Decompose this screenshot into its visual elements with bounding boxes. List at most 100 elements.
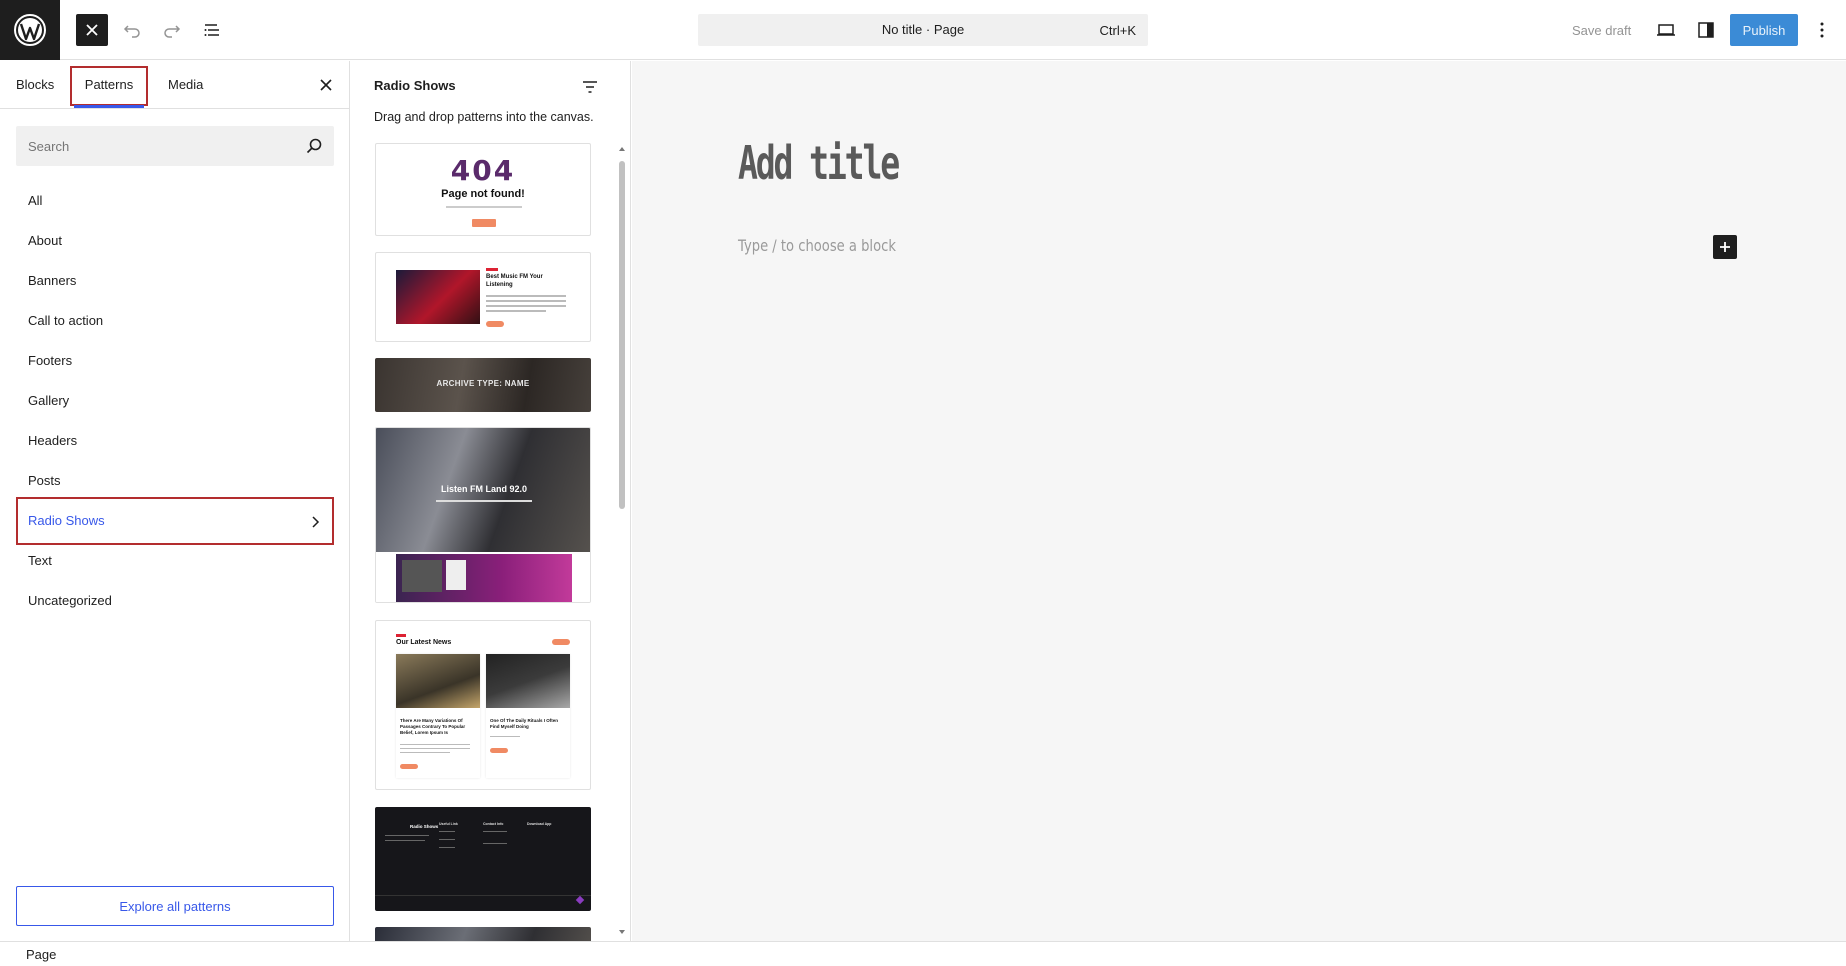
preview-card-heading: One Of The Daily Rituals I Often Find My… [490, 718, 559, 729]
editor-app: No title · Page Ctrl+K Save draft Publis… [0, 0, 1846, 966]
category-gallery[interactable]: Gallery [16, 381, 334, 421]
preview-text-line [446, 206, 522, 208]
preview-footer-brand: Radio Shows [410, 824, 439, 829]
breadcrumb[interactable]: Page [26, 947, 56, 962]
preview-news-card: One Of The Daily Rituals I Often Find My… [486, 654, 570, 778]
pattern-category-list: All About Banners Call to action Footers… [16, 181, 334, 621]
preview-image [402, 560, 442, 592]
preview-text-line [436, 500, 532, 502]
settings-button[interactable] [1690, 14, 1722, 46]
preview-card-heading: There Are Many Variations Of Passages Co… [400, 718, 466, 735]
patterns-scrollbar-thumb[interactable] [619, 161, 625, 509]
explore-all-patterns-button[interactable]: Explore all patterns [16, 886, 334, 926]
tab-blocks[interactable]: Blocks [16, 61, 54, 109]
chevron-right-icon [312, 516, 320, 528]
preview-404-message: Page not found! [441, 188, 525, 200]
category-radio-shows[interactable]: Radio Shows [16, 497, 334, 545]
tab-patterns[interactable]: Patterns [70, 66, 148, 108]
publish-button[interactable]: Publish [1730, 14, 1798, 46]
category-footers[interactable]: Footers [16, 341, 334, 381]
preview-image [396, 270, 480, 324]
post-title-field[interactable]: Add title [738, 136, 900, 190]
add-block-button[interactable] [1713, 235, 1737, 259]
preview-archive-title: ARCHIVE TYPE: NAME [436, 379, 530, 388]
document-overview-icon [204, 24, 219, 36]
redo-icon [164, 25, 181, 38]
close-inserter-button[interactable] [76, 14, 108, 46]
preview-footer-column: Contact Info [483, 822, 504, 826]
preview-text-line [483, 831, 507, 832]
save-draft-button[interactable]: Save draft [1560, 14, 1643, 46]
close-panel-button[interactable] [316, 75, 336, 95]
search-icon [306, 138, 322, 154]
redo-button[interactable] [156, 14, 188, 46]
pattern-preview-archive-header[interactable]: ARCHIVE TYPE: NAME [375, 358, 591, 412]
pattern-preview-footer[interactable]: Radio Shows Useful Link Contact Info Dow… [375, 807, 591, 911]
pattern-preview-about-music[interactable]: Best Music FM Your Listening [375, 252, 591, 342]
filter-button[interactable] [580, 77, 600, 97]
preview-audio-player [396, 554, 572, 602]
scroll-down-arrow-icon[interactable] [617, 927, 627, 937]
close-icon [320, 79, 332, 91]
preview-404-number: 404 [450, 154, 516, 187]
preview-text-line [400, 752, 450, 754]
preview-hero-player-area [376, 552, 590, 602]
view-icon [1657, 24, 1675, 36]
patterns-panel-description: Drag and drop patterns into the canvas. [374, 110, 594, 124]
close-icon [86, 24, 98, 36]
category-headers[interactable]: Headers [16, 421, 334, 461]
category-banners[interactable]: Banners [16, 261, 334, 301]
category-call-to-action[interactable]: Call to action [16, 301, 334, 341]
undo-button[interactable] [116, 14, 148, 46]
category-all[interactable]: All [16, 181, 334, 221]
category-about[interactable]: About [16, 221, 334, 261]
preview-tag [396, 634, 406, 637]
category-uncategorized[interactable]: Uncategorized [16, 581, 334, 621]
tab-media[interactable]: Media [168, 61, 203, 109]
preview-footer-column: Useful Link [439, 822, 458, 826]
preview-text-line [400, 748, 470, 750]
block-appender-placeholder[interactable]: Type / to choose a block [738, 236, 896, 255]
pattern-preview-latest-news[interactable]: Our Latest News There Are Many Variation… [375, 620, 591, 790]
preview-image [396, 654, 480, 708]
pattern-preview-partial[interactable] [375, 927, 591, 941]
undo-icon [123, 25, 140, 38]
view-button[interactable] [1650, 14, 1682, 46]
pattern-preview-hero[interactable]: Listen FM Land 92.0 [375, 427, 591, 603]
preview-button [490, 748, 508, 753]
preview-text-line [486, 300, 566, 302]
preview-text-line [439, 831, 455, 832]
preview-text-line [439, 847, 455, 848]
editor-footer: Page [0, 941, 1846, 966]
options-button[interactable] [1806, 14, 1838, 46]
preview-text-line [490, 736, 520, 738]
document-overview-button[interactable] [196, 14, 228, 46]
category-posts[interactable]: Posts [16, 461, 334, 501]
preview-text-line [439, 839, 455, 840]
settings-icon [1698, 22, 1714, 38]
preview-news-title: Our Latest News [396, 639, 452, 646]
preview-image [446, 560, 466, 590]
category-text[interactable]: Text [16, 541, 334, 581]
preview-text-line [400, 744, 470, 746]
category-patterns-panel: Radio Shows Drag and drop patterns into … [351, 61, 631, 941]
pattern-preview-404[interactable]: 404 Page not found! [375, 143, 591, 236]
preview-news-card: There Are Many Variations Of Passages Co… [396, 654, 480, 778]
wordpress-logo-icon[interactable] [0, 0, 60, 60]
preview-text-line [486, 310, 546, 312]
editor-header: No title · Page Ctrl+K Save draft Publis… [0, 0, 1846, 60]
options-icon [1820, 22, 1824, 38]
preview-button [472, 219, 496, 227]
preview-text-line [385, 840, 425, 841]
scroll-up-arrow-icon[interactable] [617, 144, 627, 154]
preview-image [486, 654, 570, 708]
editor-canvas: Add title Type / to choose a block [632, 61, 1846, 941]
preview-text-line [486, 305, 566, 307]
preview-heading: Best Music FM Your Listening [486, 274, 543, 288]
preview-button [400, 764, 418, 769]
command-palette-button[interactable]: No title · Page Ctrl+K [698, 14, 1148, 46]
preview-button [552, 639, 570, 645]
plus-icon [1720, 242, 1730, 252]
search-input[interactable] [16, 126, 296, 166]
preview-button [486, 321, 504, 327]
